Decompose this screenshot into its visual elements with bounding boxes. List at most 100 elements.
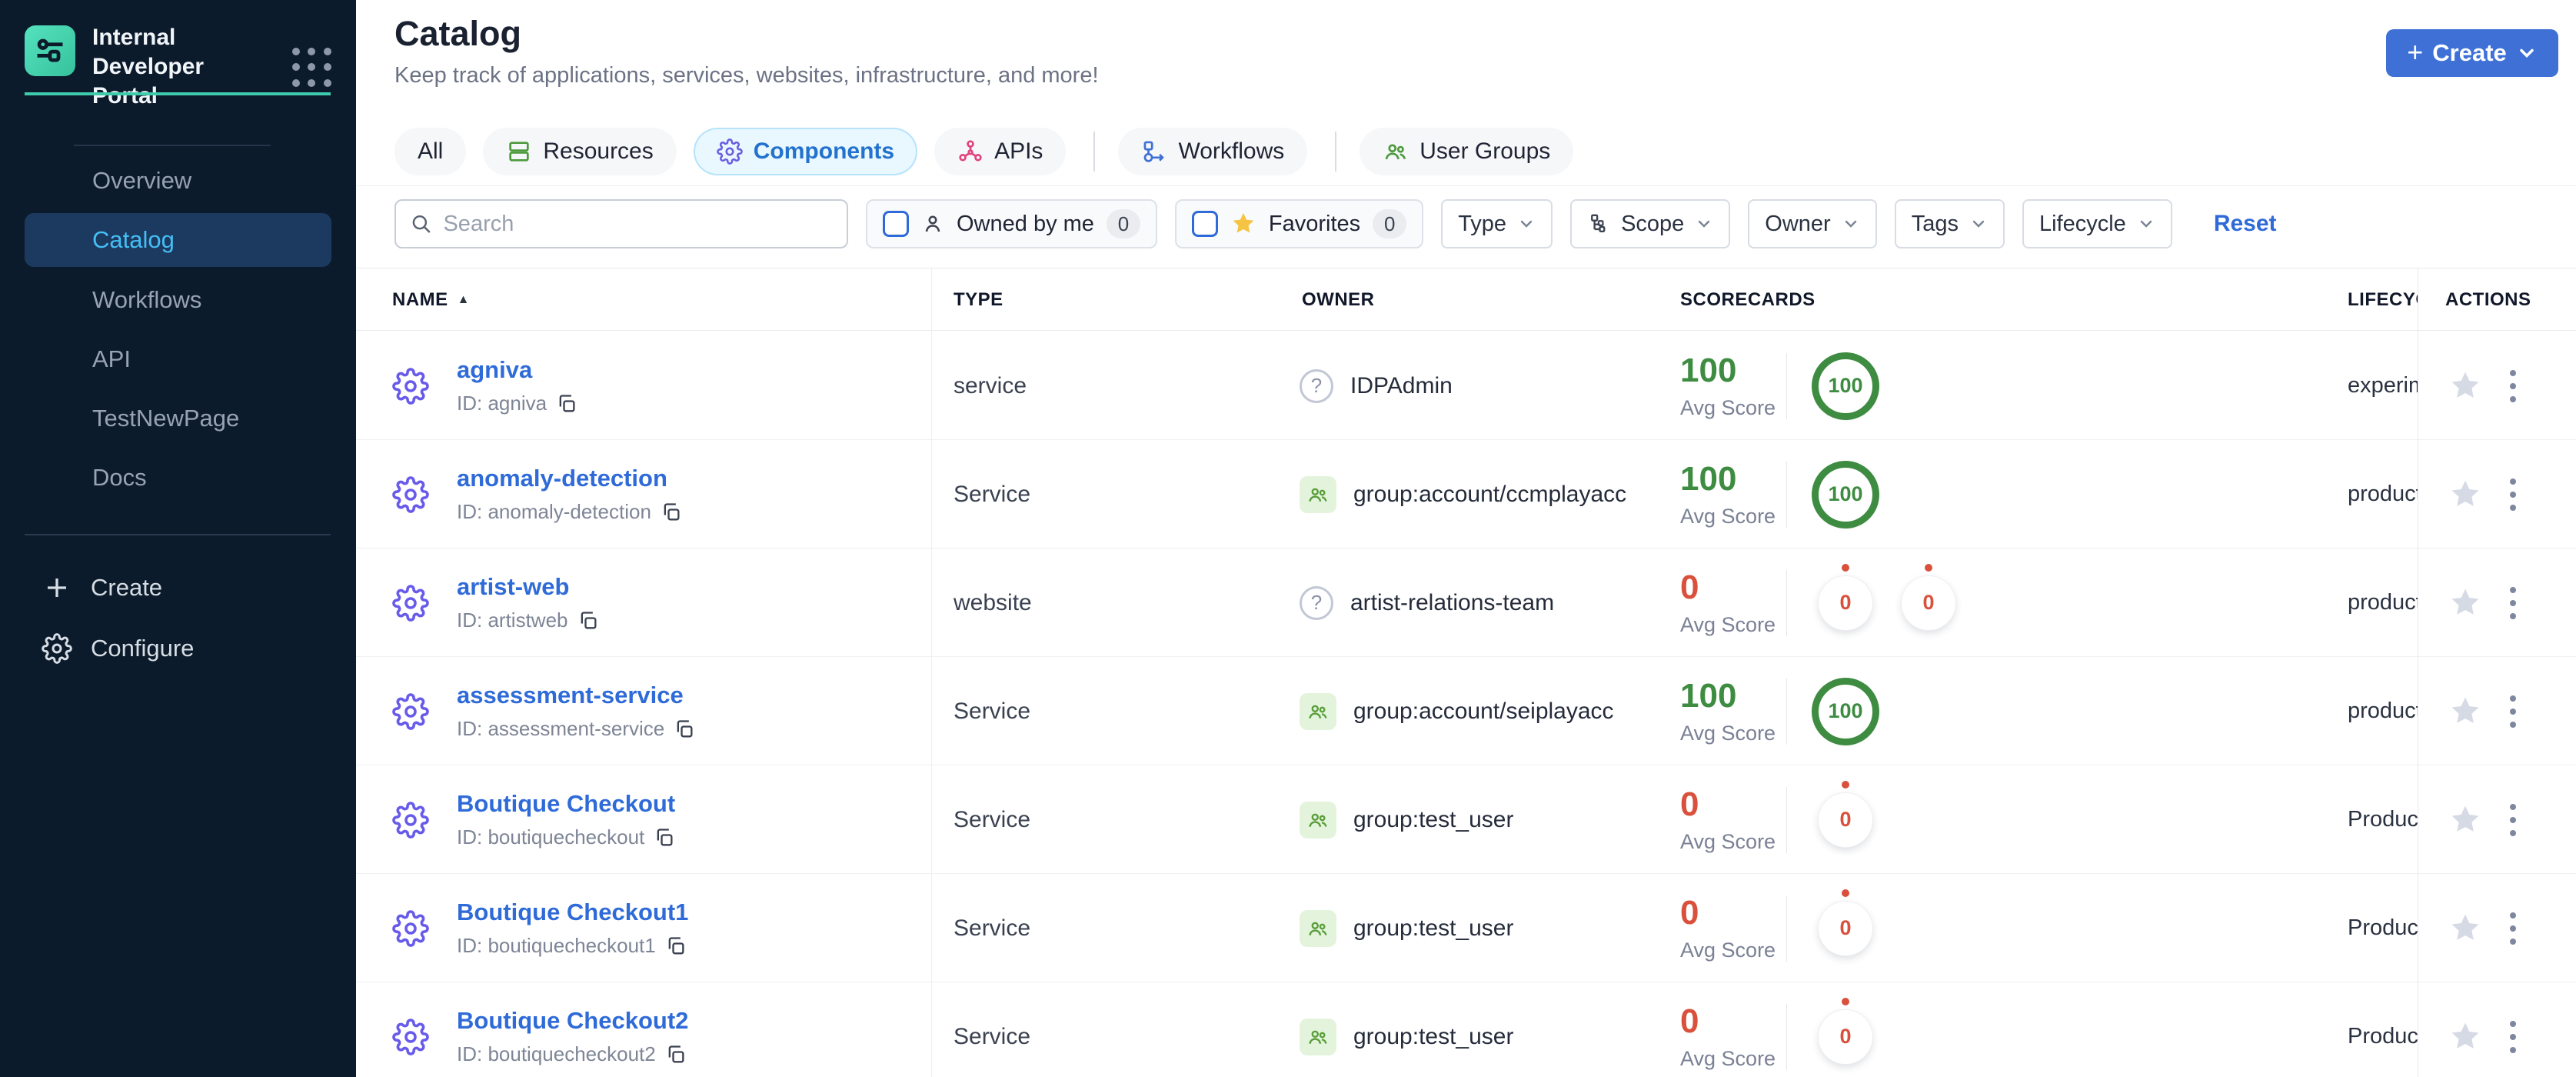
favorites-checkbox[interactable] xyxy=(1191,211,1218,237)
owned-by-me-checkbox[interactable] xyxy=(883,211,909,237)
score-gauge[interactable]: 0 xyxy=(1902,575,1955,630)
copy-icon[interactable] xyxy=(556,393,577,415)
copy-icon[interactable] xyxy=(654,827,675,849)
avg-score-value: 0 xyxy=(1680,1002,1699,1040)
sidebar-divider xyxy=(25,534,331,535)
group-icon xyxy=(1300,801,1336,839)
avg-score-label: Avg Score xyxy=(1680,396,1776,419)
avg-score-label: Avg Score xyxy=(1680,505,1776,528)
component-name-link[interactable]: Boutique Checkout2 xyxy=(457,1007,688,1035)
more-actions-icon[interactable] xyxy=(2505,799,2521,841)
more-actions-icon[interactable] xyxy=(2505,582,2521,624)
favorites-filter[interactable]: Favorites 0 xyxy=(1174,199,1424,248)
avg-score-value: 0 xyxy=(1680,894,1699,932)
column-header-name[interactable]: NAME ▲ xyxy=(392,268,470,332)
tab-components[interactable]: Components xyxy=(693,127,918,175)
scorecard-gauges: 0 xyxy=(1812,1003,1879,1071)
sidebar-create-button[interactable]: Create xyxy=(0,559,356,617)
sidebar-item-overview[interactable]: Overview xyxy=(0,151,356,210)
copy-icon[interactable] xyxy=(674,719,695,740)
scope-dropdown[interactable]: Scope xyxy=(1570,199,1731,248)
create-button[interactable]: + Create xyxy=(2386,29,2558,77)
component-name-link[interactable]: assessment-service xyxy=(457,682,695,709)
component-name-link[interactable]: Boutique Checkout1 xyxy=(457,899,688,926)
lifecycle-dropdown-label: Lifecycle xyxy=(2039,211,2126,236)
tab-user-groups[interactable]: User Groups xyxy=(1360,127,1574,175)
sidebar-item-testnewpage[interactable]: TestNewPage xyxy=(0,388,356,448)
more-actions-icon[interactable] xyxy=(2505,474,2521,515)
brand-accent-rule xyxy=(25,92,331,95)
search-box[interactable] xyxy=(394,199,848,248)
copy-icon[interactable] xyxy=(665,935,687,957)
favorite-star-icon[interactable] xyxy=(2448,478,2482,512)
brand-title: Internal Developer Portal xyxy=(92,25,205,108)
component-name-link[interactable]: agniva xyxy=(457,356,577,384)
sidebar-item-api[interactable]: API xyxy=(0,329,356,388)
more-actions-icon[interactable] xyxy=(2505,691,2521,732)
search-input[interactable] xyxy=(443,211,833,237)
owner-name: group:account/ccmplayacc xyxy=(1353,481,1627,507)
tab-label: Workflows xyxy=(1178,138,1285,164)
owned-by-me-filter[interactable]: Owned by me 0 xyxy=(866,199,1157,248)
app-grid-icon[interactable] xyxy=(292,48,332,88)
score-divider xyxy=(1786,1003,1787,1070)
favorite-star-icon[interactable] xyxy=(2448,586,2482,620)
owner-dropdown-label: Owner xyxy=(1765,211,1831,236)
copy-icon[interactable] xyxy=(665,1044,687,1065)
reset-filters-link[interactable]: Reset xyxy=(2214,211,2277,237)
favorite-star-icon[interactable] xyxy=(2448,912,2482,945)
sidebar-item-catalog[interactable]: Catalog xyxy=(25,213,331,267)
avg-score-label: Avg Score xyxy=(1680,722,1776,745)
favorite-star-icon[interactable] xyxy=(2448,369,2482,403)
score-gauge[interactable]: 100 xyxy=(1812,460,1879,528)
more-actions-icon[interactable] xyxy=(2505,365,2521,407)
table-row: artist-web ID: artistweb website ? artis… xyxy=(356,549,2576,657)
table-row: Boutique Checkout ID: boutiquecheckout S… xyxy=(356,765,2576,874)
component-gear-icon xyxy=(392,584,429,622)
score-gauge[interactable]: 100 xyxy=(1812,352,1879,420)
scorecard-gauges: 100 xyxy=(1812,352,1879,420)
favorite-star-icon[interactable] xyxy=(2448,695,2482,729)
sidebar-item-workflows[interactable]: Workflows xyxy=(0,270,356,329)
scorecard-gauges: 00 xyxy=(1812,569,1962,637)
score-gauge[interactable]: 0 xyxy=(1819,1009,1872,1064)
scope-hierarchy-icon xyxy=(1591,214,1606,232)
plus-icon xyxy=(40,574,74,602)
favorite-star-icon[interactable] xyxy=(2448,803,2482,837)
lifecycle-value: experimental xyxy=(2348,373,2418,398)
owner-dropdown[interactable]: Owner xyxy=(1748,199,1877,248)
more-actions-icon[interactable] xyxy=(2505,1016,2521,1058)
sidebar-item-docs[interactable]: Docs xyxy=(0,448,356,507)
component-type: Service xyxy=(954,915,1031,941)
group-icon xyxy=(1300,475,1336,513)
tags-dropdown[interactable]: Tags xyxy=(1894,199,2005,248)
favorite-star-icon[interactable] xyxy=(2448,1020,2482,1054)
avg-score-value: 100 xyxy=(1680,460,1737,498)
avg-score-value: 100 xyxy=(1680,352,1737,389)
table-row: agniva ID: agniva service ? IDPAdmin 100… xyxy=(356,332,2576,440)
copy-icon[interactable] xyxy=(577,610,599,632)
tab-separator xyxy=(1335,131,1337,172)
owner-name: group:account/seiplayacc xyxy=(1353,698,1614,724)
score-gauge[interactable]: 0 xyxy=(1819,792,1872,847)
component-name-link[interactable]: Boutique Checkout xyxy=(457,790,675,818)
tab-apis[interactable]: APIs xyxy=(934,127,1067,175)
sidebar-configure-button[interactable]: Configure xyxy=(0,619,356,678)
component-id: ID: boutiquecheckout1 xyxy=(457,934,656,957)
copy-icon[interactable] xyxy=(661,502,682,523)
tab-workflows[interactable]: Workflows xyxy=(1118,127,1308,175)
tab-resources[interactable]: Resources xyxy=(483,127,677,175)
score-gauge[interactable]: 100 xyxy=(1812,677,1879,745)
more-actions-icon[interactable] xyxy=(2505,908,2521,949)
lifecycle-dropdown[interactable]: Lifecycle xyxy=(2022,199,2172,248)
component-name-link[interactable]: artist-web xyxy=(457,573,599,601)
component-name-link[interactable]: anomaly-detection xyxy=(457,465,682,492)
score-gauge[interactable]: 0 xyxy=(1819,575,1872,630)
chevron-down-icon xyxy=(1699,220,1710,228)
owned-by-me-label: Owned by me xyxy=(957,211,1094,236)
tab-all[interactable]: All xyxy=(394,127,467,175)
tags-dropdown-label: Tags xyxy=(1911,211,1959,236)
score-divider xyxy=(1786,352,1787,419)
score-gauge[interactable]: 0 xyxy=(1819,901,1872,955)
type-dropdown[interactable]: Type xyxy=(1441,199,1553,248)
